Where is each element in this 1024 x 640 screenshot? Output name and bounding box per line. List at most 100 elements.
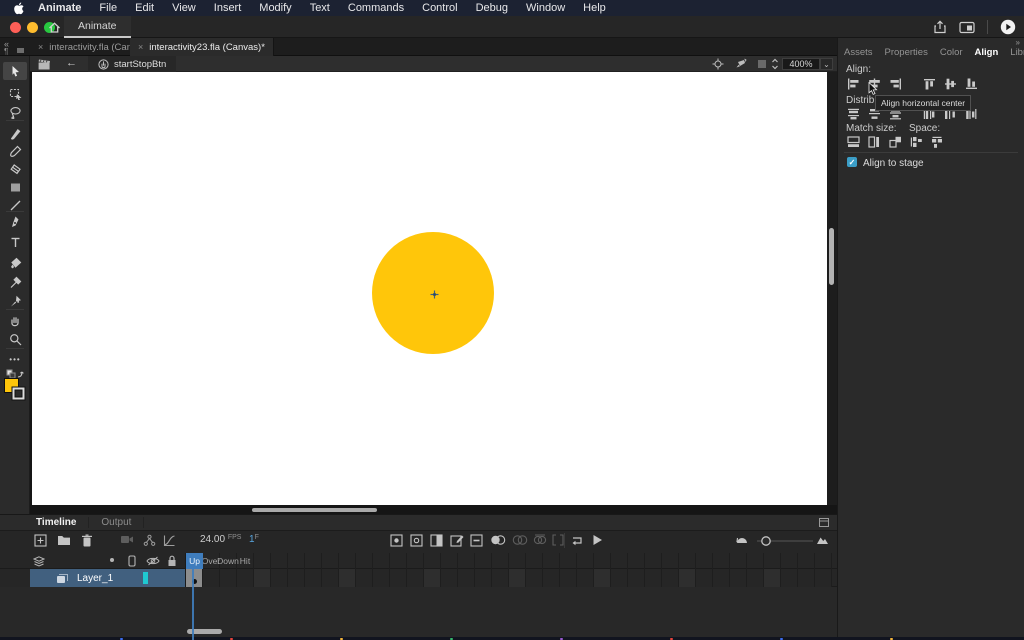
frame-cell[interactable] — [594, 569, 611, 587]
play-button[interactable] — [592, 534, 603, 546]
eyedropper-tool-button[interactable] — [0, 273, 30, 291]
frames-row[interactable] — [186, 569, 837, 587]
frame-cell[interactable] — [509, 569, 526, 587]
ruler-cell[interactable] — [254, 553, 271, 569]
zoom-dropdown-icon[interactable]: ⌄ — [820, 58, 833, 70]
outline-column-icon[interactable] — [128, 555, 136, 567]
frame-cell[interactable] — [730, 569, 747, 587]
frame-cell[interactable] — [339, 569, 356, 587]
delete-layer-button[interactable] — [81, 534, 93, 547]
apple-menu-icon[interactable] — [14, 2, 25, 15]
menu-animate[interactable]: Animate — [29, 0, 90, 16]
stage-vertical-scrollbar[interactable] — [829, 228, 834, 285]
tab-align[interactable]: Align — [969, 47, 1005, 58]
frame-cell[interactable] — [526, 569, 543, 587]
frame-cell[interactable] — [543, 569, 560, 587]
highlight-column-icon[interactable] — [110, 558, 114, 562]
stroke-color-swatch[interactable] — [11, 386, 26, 401]
eraser-tool-button[interactable] — [0, 160, 30, 178]
frame-cell[interactable] — [815, 569, 832, 587]
tab-home-animate[interactable]: Animate — [64, 16, 131, 38]
reset-timeline-zoom-button[interactable] — [735, 534, 749, 546]
space-evenly-horizontally-button[interactable] — [929, 134, 946, 149]
hand-tool-button[interactable] — [0, 312, 30, 330]
ruler-cell[interactable] — [288, 553, 305, 569]
frame-cell[interactable] — [475, 569, 492, 587]
zoom-stepper[interactable] — [771, 57, 779, 71]
ruler-cell[interactable] — [696, 553, 713, 569]
insert-blank-keyframe-button[interactable] — [410, 534, 423, 547]
ruler-cell[interactable] — [815, 553, 832, 569]
match-height-button[interactable] — [866, 134, 883, 149]
minimize-window-button[interactable] — [27, 22, 38, 33]
ruler-cell[interactable] — [543, 553, 560, 569]
frame-cell[interactable] — [713, 569, 730, 587]
frame-cell[interactable] — [577, 569, 594, 587]
align-top-edge-button[interactable] — [921, 76, 938, 91]
tab-color[interactable]: Color — [934, 47, 969, 58]
rotate-canvas-icon[interactable] — [734, 58, 747, 70]
frame-cell[interactable] — [798, 569, 815, 587]
frame-cell[interactable] — [288, 569, 305, 587]
ruler-cell[interactable] — [730, 553, 747, 569]
menu-edit[interactable]: Edit — [126, 0, 163, 16]
menu-file[interactable]: File — [90, 0, 126, 16]
menu-insert[interactable]: Insert — [205, 0, 251, 16]
timeline-panel-menu-icon[interactable] — [819, 518, 829, 527]
lock-column-icon[interactable] — [167, 555, 177, 567]
graph-editor-icon[interactable] — [163, 534, 176, 547]
ruler-cell[interactable] — [662, 553, 679, 569]
frame-cell[interactable] — [254, 569, 271, 587]
zoom-tool-button[interactable] — [0, 330, 30, 348]
insert-frame-button[interactable] — [430, 534, 443, 547]
tab-output[interactable]: Output — [88, 517, 144, 528]
frame-cell[interactable] — [356, 569, 373, 587]
menu-help[interactable]: Help — [574, 0, 615, 16]
ruler-cell[interactable] — [356, 553, 373, 569]
frame-cell[interactable] — [645, 569, 662, 587]
align-bottom-edge-button[interactable] — [963, 76, 980, 91]
onion-skin-outlines-button[interactable] — [512, 534, 528, 546]
scene-icon[interactable] — [38, 59, 51, 70]
clip-content-icon[interactable] — [757, 59, 767, 69]
menu-view[interactable]: View — [163, 0, 205, 16]
close-tab-icon[interactable]: × — [38, 42, 43, 52]
ruler-cell[interactable] — [628, 553, 645, 569]
close-tab-icon[interactable]: × — [138, 42, 143, 52]
stage-vertical-scrollbar-track[interactable] — [827, 72, 837, 505]
menu-commands[interactable]: Commands — [339, 0, 413, 16]
frame-cell[interactable] — [407, 569, 424, 587]
fps-control[interactable]: 24.00 FPS — [200, 534, 241, 545]
classic-brush-tool-button[interactable] — [0, 142, 30, 160]
ruler-cell[interactable] — [492, 553, 509, 569]
pen-tool-button[interactable] — [0, 213, 30, 231]
frame-cell[interactable] — [764, 569, 781, 587]
center-stage-icon[interactable] — [712, 58, 724, 70]
zoom-level-input[interactable]: 400% — [782, 58, 820, 70]
camera-layer-icon[interactable] — [120, 534, 134, 545]
layer-parenting-icon[interactable] — [143, 534, 156, 547]
keyframe-cell[interactable] — [186, 569, 203, 587]
frame-cell[interactable] — [560, 569, 577, 587]
current-frame-indicator[interactable]: 1F — [249, 534, 259, 545]
frame-cell[interactable] — [424, 569, 441, 587]
ruler-cell[interactable] — [407, 553, 424, 569]
frame-cell[interactable] — [220, 569, 237, 587]
visibility-column-icon[interactable] — [146, 556, 160, 566]
frame-cell[interactable] — [271, 569, 288, 587]
frame-cell[interactable] — [373, 569, 390, 587]
menu-text[interactable]: Text — [301, 0, 339, 16]
match-width-button[interactable] — [845, 134, 862, 149]
onion-skin-button[interactable] — [490, 534, 506, 546]
ruler-cell[interactable] — [679, 553, 696, 569]
frame-ruler[interactable]: OverDownHit — [186, 553, 837, 569]
ruler-cell[interactable] — [322, 553, 339, 569]
menu-window[interactable]: Window — [517, 0, 574, 16]
asset-warp-tool-button[interactable] — [0, 292, 30, 310]
ruler-cell[interactable] — [560, 553, 577, 569]
distribute-top-edge-button[interactable] — [845, 106, 862, 121]
free-transform-tool-button[interactable] — [0, 84, 30, 102]
frame-cell[interactable] — [696, 569, 713, 587]
rectangle-tool-button[interactable] — [0, 178, 30, 196]
frame-cell[interactable] — [458, 569, 475, 587]
